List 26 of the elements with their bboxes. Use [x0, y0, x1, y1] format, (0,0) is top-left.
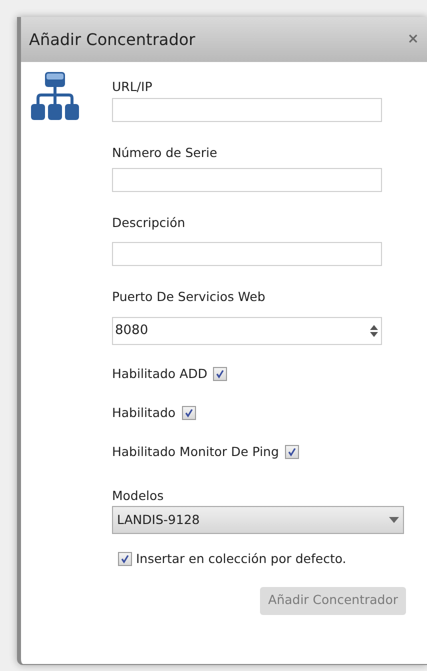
spinner-icon[interactable]	[369, 324, 379, 338]
check-icon	[286, 446, 297, 457]
checkbox-label: Habilitado Monitor De Ping	[112, 442, 279, 461]
model-dropdown[interactable]: LANDIS-9128	[112, 506, 404, 534]
field-label: Modelos	[112, 487, 165, 506]
field-label: Descripción	[112, 214, 186, 232]
checkbox[interactable]	[284, 444, 299, 459]
checkbox-label: Habilitado	[112, 404, 176, 422]
check-icon	[184, 408, 194, 418]
field-label: URL/IP	[112, 78, 154, 96]
field-label: Número de Serie	[112, 144, 218, 162]
checkbox[interactable]	[182, 406, 196, 420]
checkbox[interactable]	[213, 367, 228, 382]
check-icon	[215, 369, 226, 380]
window-title: Añadir Concentrador	[29, 28, 196, 50]
input-field[interactable]	[112, 168, 382, 192]
checkbox-label: Insertar en colección por defecto.	[136, 550, 346, 568]
check-icon	[120, 554, 130, 564]
checkbox[interactable]	[118, 552, 132, 566]
number-field[interactable]: 8080	[112, 317, 382, 345]
field-label: Puerto De Servicios Web	[112, 288, 266, 306]
caret-icon	[389, 517, 399, 523]
input-field[interactable]	[112, 98, 382, 122]
input-field[interactable]	[112, 242, 382, 266]
checkbox-label: Habilitado ADD	[112, 365, 208, 383]
network-hierarchy-icon	[31, 72, 79, 120]
